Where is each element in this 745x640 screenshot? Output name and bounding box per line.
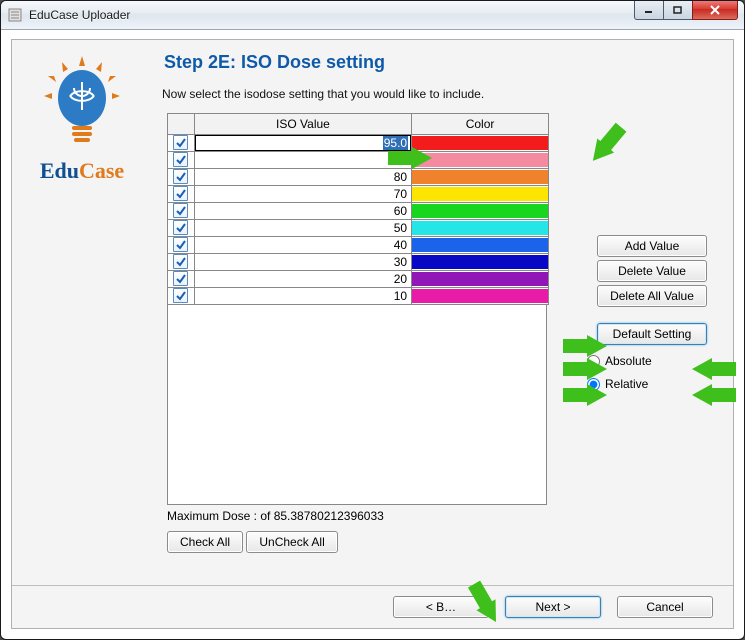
brand-text: EduCase <box>22 158 142 184</box>
row-checkbox[interactable] <box>168 237 195 254</box>
wizard-button-bar: < B… Next > Cancel <box>12 585 733 628</box>
maximum-dose-label: Maximum Dose : of 85.38780212396033 <box>167 509 721 523</box>
cancel-button[interactable]: Cancel <box>617 596 713 618</box>
step-title: Step 2E: ISO Dose setting <box>164 52 721 73</box>
iso-value-cell[interactable]: 30 <box>194 254 411 271</box>
default-setting-button[interactable]: Default Setting <box>597 323 707 345</box>
next-button[interactable]: Next > <box>505 596 601 618</box>
row-checkbox[interactable] <box>168 271 195 288</box>
table-row[interactable]: 60 <box>168 203 549 220</box>
row-checkbox[interactable] <box>168 169 195 186</box>
iso-value-cell[interactable]: 50 <box>194 220 411 237</box>
table-row[interactable]: 90 <box>168 152 549 169</box>
iso-value-cell[interactable]: 60 <box>194 203 411 220</box>
absolute-radio[interactable]: Absolute <box>587 354 707 368</box>
window-title: EduCase Uploader <box>29 8 130 22</box>
relative-radio[interactable]: Relative <box>587 377 707 391</box>
row-checkbox[interactable] <box>168 220 195 237</box>
table-row[interactable]: 95.0 <box>168 135 549 152</box>
color-swatch-cell[interactable] <box>412 288 549 305</box>
app-icon <box>7 7 23 23</box>
color-swatch-cell[interactable] <box>412 135 549 152</box>
table-row[interactable]: 50 <box>168 220 549 237</box>
iso-value-cell[interactable]: 40 <box>194 237 411 254</box>
iso-value-cell[interactable]: 10 <box>194 288 411 305</box>
color-swatch-cell[interactable] <box>412 169 549 186</box>
uncheck-all-button[interactable]: UnCheck All <box>246 531 337 553</box>
row-checkbox[interactable] <box>168 135 195 152</box>
table-row[interactable]: 40 <box>168 237 549 254</box>
isodose-table: ISO Value Color 95.0908070605040302010 <box>167 113 549 305</box>
table-row[interactable]: 80 <box>168 169 549 186</box>
relative-radio-label: Relative <box>605 377 648 391</box>
sidebar-logo: EduCase <box>22 50 142 184</box>
color-swatch-cell[interactable] <box>412 220 549 237</box>
iso-value-cell[interactable]: 20 <box>194 271 411 288</box>
color-swatch-cell[interactable] <box>412 186 549 203</box>
table-row[interactable]: 20 <box>168 271 549 288</box>
row-checkbox[interactable] <box>168 203 195 220</box>
delete-value-button[interactable]: Delete Value <box>597 260 707 282</box>
table-row[interactable]: 30 <box>168 254 549 271</box>
row-checkbox[interactable] <box>168 186 195 203</box>
row-checkbox[interactable] <box>168 254 195 271</box>
iso-value-cell[interactable]: 80 <box>194 169 411 186</box>
header-iso-value[interactable]: ISO Value <box>194 114 411 135</box>
iso-value-cell[interactable]: 90 <box>194 152 411 169</box>
table-row[interactable]: 10 <box>168 288 549 305</box>
color-swatch-cell[interactable] <box>412 237 549 254</box>
maximize-button[interactable] <box>663 1 693 20</box>
app-window: EduCase Uploader EduCase <box>0 0 745 640</box>
side-button-column: Add Value Delete Value Delete All Value … <box>557 235 707 391</box>
step-instruction: Now select the isodose setting that you … <box>162 87 721 101</box>
add-value-button[interactable]: Add Value <box>597 235 707 257</box>
color-swatch-cell[interactable] <box>412 203 549 220</box>
absolute-radio-label: Absolute <box>605 354 652 368</box>
row-checkbox[interactable] <box>168 288 195 305</box>
minimize-button[interactable] <box>634 1 664 20</box>
iso-value-cell[interactable]: 70 <box>194 186 411 203</box>
color-swatch-cell[interactable] <box>412 271 549 288</box>
color-swatch-cell[interactable] <box>412 254 549 271</box>
row-checkbox[interactable] <box>168 152 195 169</box>
title-bar[interactable]: EduCase Uploader <box>1 1 744 30</box>
iso-value-cell[interactable]: 95.0 <box>194 135 411 152</box>
header-checkbox-col[interactable] <box>168 114 195 135</box>
check-all-button[interactable]: Check All <box>167 531 243 553</box>
client-area: EduCase Step 2E: ISO Dose setting Now se… <box>11 39 734 629</box>
educase-bulb-icon <box>42 50 122 150</box>
back-button[interactable]: < B… <box>393 596 489 618</box>
table-row[interactable]: 70 <box>168 186 549 203</box>
table-empty-area[interactable] <box>167 305 547 505</box>
color-swatch-cell[interactable] <box>412 152 549 169</box>
header-color[interactable]: Color <box>412 114 549 135</box>
delete-all-value-button[interactable]: Delete All Value <box>597 285 707 307</box>
close-button[interactable] <box>692 1 738 20</box>
